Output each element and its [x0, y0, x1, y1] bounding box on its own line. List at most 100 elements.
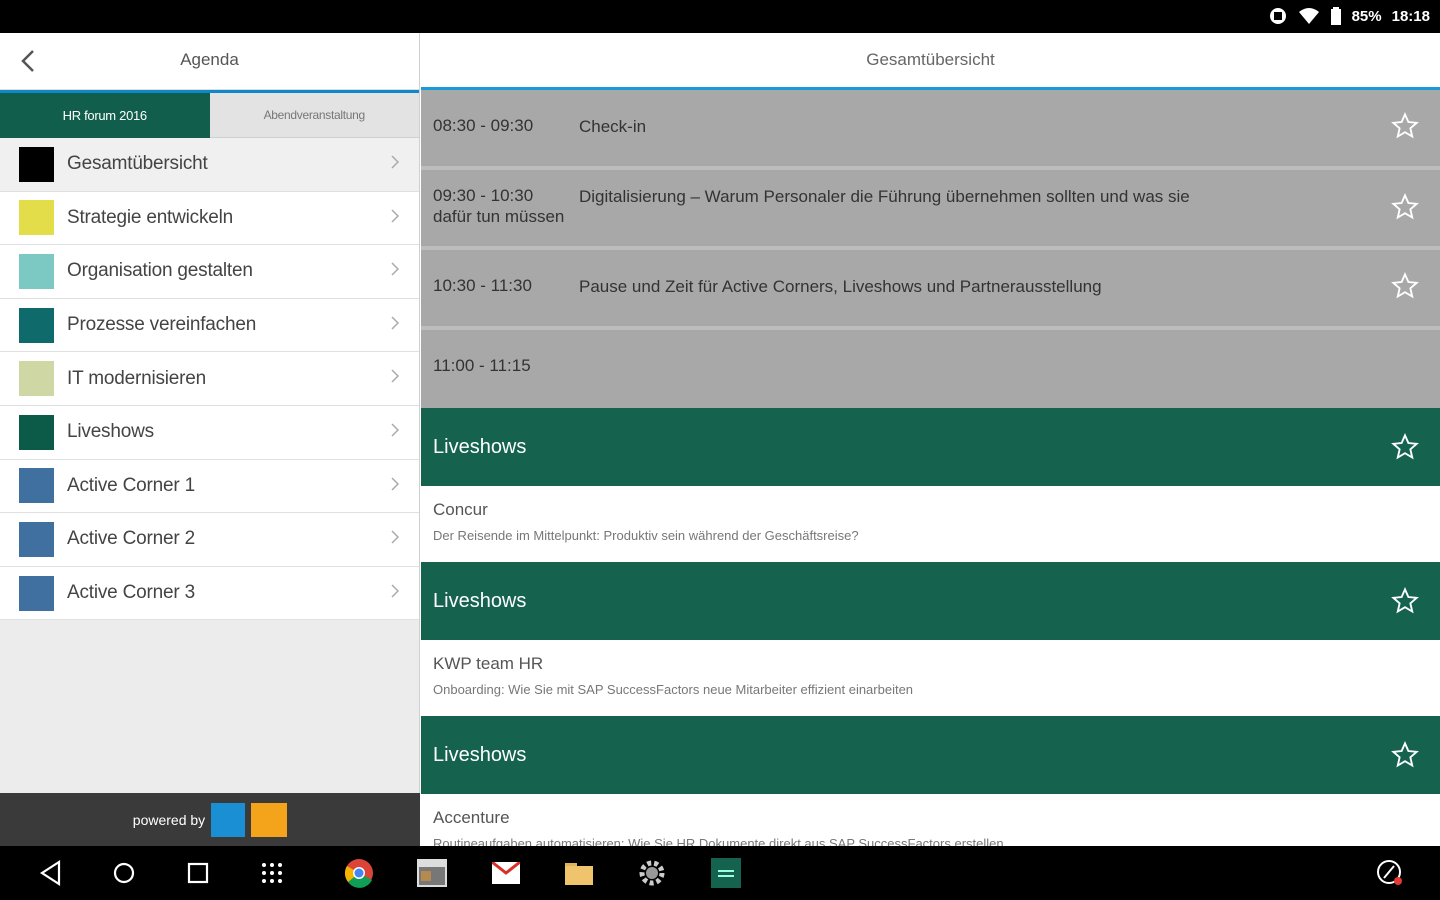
event-tabs: HR forum 2016 Abendveranstaltung: [0, 90, 419, 138]
liveshow-header-label: Liveshows: [433, 436, 527, 458]
category-label: Liveshows: [67, 421, 154, 443]
liveshow-header-label: Liveshows: [433, 744, 527, 766]
category-label: Prozesse vereinfachen: [67, 314, 257, 336]
wifi-icon: [1298, 7, 1320, 25]
session-time-continued: dafür tun müssen: [433, 207, 565, 226]
category-list: Gesamtübersicht Strategie entwickeln Org…: [0, 138, 419, 621]
category-color-swatch: [19, 200, 54, 236]
star-icon[interactable]: [1391, 587, 1419, 615]
agenda-title: Agenda: [180, 50, 239, 69]
liveshow-detail[interactable]: Concur Der Reisende im Mittelpunkt: Prod…: [421, 486, 1440, 562]
powered-by-footer: powered by: [0, 793, 420, 846]
liveshow-presenter: Accenture: [433, 808, 510, 827]
agenda-app-icon[interactable]: [711, 858, 741, 888]
session-title: Digitalisierung – Warum Personaler die F…: [579, 187, 1190, 206]
category-item-it[interactable]: IT modernisieren: [0, 352, 419, 406]
session-title: Check-in: [579, 117, 647, 136]
folder-app-icon[interactable]: [564, 858, 594, 888]
category-color-swatch: [19, 521, 54, 557]
chevron-right-icon: [391, 423, 399, 437]
liveshow-presenter: KWP team HR: [433, 654, 544, 673]
liveshow-detail[interactable]: KWP team HR Onboarding: Wie Sie mit SAP …: [421, 640, 1440, 716]
liveshow-header[interactable]: Liveshows: [421, 716, 1440, 794]
chevron-right-icon: [391, 209, 399, 223]
session-row[interactable]: 11:00 - 11:15: [421, 330, 1440, 408]
chevron-right-icon: [391, 155, 399, 169]
category-item-active-corner-3[interactable]: Active Corner 3: [0, 566, 419, 621]
photo-app-icon[interactable]: [417, 858, 447, 888]
category-item-organisation[interactable]: Organisation gestalten: [0, 245, 419, 299]
star-icon[interactable]: [1391, 741, 1419, 769]
agenda-header: Agenda: [0, 33, 419, 90]
category-label: Strategie entwickeln: [67, 206, 234, 228]
session-time: 09:30 - 10:30: [433, 186, 534, 205]
category-label: Active Corner 3: [67, 582, 195, 604]
star-icon[interactable]: [1391, 272, 1419, 300]
chevron-right-icon: [391, 262, 399, 276]
session-row[interactable]: 09:30 - 10:30 dafür tun müssen Digitalis…: [421, 170, 1440, 250]
schedule-title: Gesamtübersicht: [866, 50, 995, 69]
clock: 18:18: [1391, 7, 1430, 25]
settings-gear-icon[interactable]: [637, 858, 667, 888]
powered-by-label: powered by: [132, 811, 206, 828]
chevron-right-icon: [391, 584, 399, 598]
chrome-app-icon[interactable]: [344, 858, 374, 888]
category-item-prozesse[interactable]: Prozesse vereinfachen: [0, 298, 419, 353]
chevron-right-icon: [391, 477, 399, 491]
category-color-swatch: [19, 146, 54, 182]
battery-icon: [1330, 7, 1342, 25]
liveshow-presenter: Concur: [433, 500, 488, 519]
liveshow-header[interactable]: Liveshows: [421, 408, 1440, 486]
status-bar: 85% 18:18: [0, 0, 1440, 33]
chevron-right-icon: [391, 530, 399, 544]
category-item-active-corner-2[interactable]: Active Corner 2: [0, 513, 419, 567]
session-row[interactable]: 08:30 - 09:30 Check-in: [421, 90, 1440, 170]
category-item-strategie[interactable]: Strategie entwickeln: [0, 191, 419, 246]
chevron-right-icon: [391, 369, 399, 383]
partner-logo-orange: [251, 802, 288, 837]
session-time: 10:30 - 11:30: [433, 276, 532, 295]
gmail-app-icon[interactable]: [491, 858, 521, 888]
agenda-sidebar: Agenda HR forum 2016 Abendveranstaltung …: [0, 33, 420, 846]
category-label: Gesamtübersicht: [67, 153, 208, 175]
tab-hr-forum[interactable]: HR forum 2016: [0, 90, 210, 138]
recents-nav-icon[interactable]: [183, 858, 213, 888]
home-nav-icon[interactable]: [109, 858, 139, 888]
screen-record-icon[interactable]: [1375, 858, 1405, 888]
system-navbar: [0, 846, 1440, 900]
app-drawer-icon[interactable]: [257, 858, 287, 888]
category-color-swatch: [19, 361, 54, 397]
chevron-right-icon: [391, 316, 399, 330]
category-item-active-corner-1[interactable]: Active Corner 1: [0, 459, 419, 514]
category-color-swatch: [19, 307, 54, 343]
category-color-swatch: [19, 253, 54, 289]
category-item-liveshows[interactable]: Liveshows: [0, 405, 419, 460]
category-color-swatch: [19, 575, 54, 611]
status-icons: 85% 18:18: [1268, 6, 1430, 26]
schedule-pane: Gesamtübersicht 08:30 - 09:30 Check-in 0…: [421, 33, 1440, 846]
liveshow-description: Der Reisende im Mittelpunkt: Produktiv s…: [433, 528, 859, 543]
liveshow-description: Routineaufgaben automatisieren: Wie Sie …: [433, 836, 1004, 846]
session-row[interactable]: 10:30 - 11:30 Pause und Zeit für Active …: [421, 250, 1440, 330]
star-icon[interactable]: [1391, 112, 1419, 140]
liveshow-detail[interactable]: Accenture Routineaufgaben automatisieren…: [421, 794, 1440, 846]
session-time: 08:30 - 09:30: [433, 116, 534, 135]
schedule-header: Gesamtübersicht: [421, 33, 1440, 90]
back-nav-icon[interactable]: [36, 858, 66, 888]
liveshow-header[interactable]: Liveshows: [421, 562, 1440, 640]
liveshow-header-label: Liveshows: [433, 590, 527, 612]
liveshow-description: Onboarding: Wie Sie mit SAP SuccessFacto…: [433, 682, 914, 697]
category-label: IT modernisieren: [67, 367, 207, 389]
star-icon[interactable]: [1391, 433, 1419, 461]
category-color-swatch: [19, 468, 54, 504]
partner-logo-blue: [211, 802, 246, 837]
session-time: 11:00 - 11:15: [433, 356, 531, 375]
notification-icon: [1268, 6, 1288, 26]
star-icon[interactable]: [1391, 193, 1419, 221]
battery-percent: 85%: [1351, 7, 1382, 25]
category-label: Active Corner 2: [67, 528, 195, 550]
tab-abendveranstaltung[interactable]: Abendveranstaltung: [209, 90, 419, 138]
session-title: Pause und Zeit für Active Corners, Lives…: [579, 277, 1102, 296]
category-label: Active Corner 1: [67, 474, 195, 496]
category-item-gesamtuebersicht[interactable]: Gesamtübersicht: [0, 138, 419, 192]
